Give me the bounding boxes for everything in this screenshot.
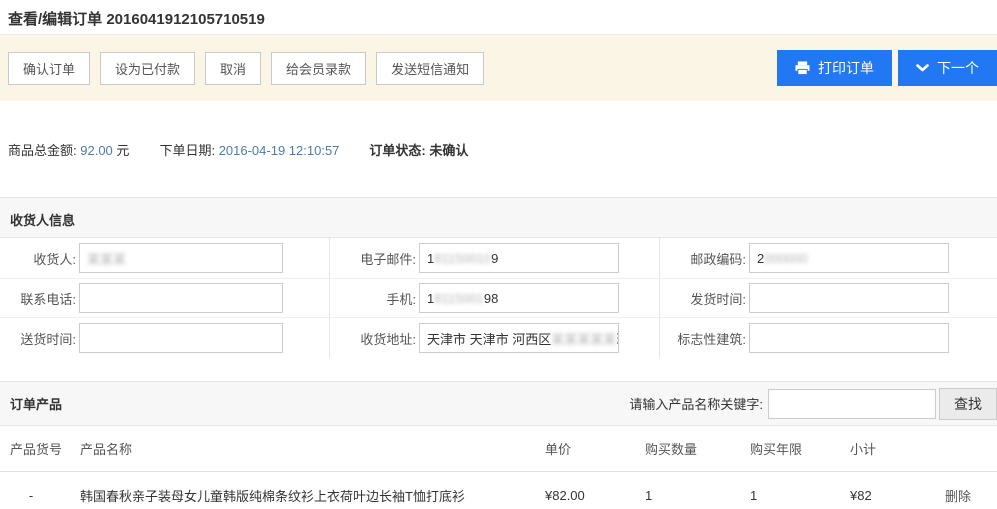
confirm-order-button[interactable]: 确认订单 [8,52,90,85]
col-qty: 购买数量 [645,439,750,458]
action-toolbar: 确认订单 设为已付款 取消 给会员录款 发送短信通知 打印订单 下一个 [0,35,997,101]
consignee-section-title: 收货人信息 [0,197,997,238]
field-email: 电子邮件: 1811500109 [330,238,660,278]
consignee-fields: 收货人: 某某某 电子邮件: 1811500109 邮政编码: 2000000 … [0,238,997,358]
field-postcode-label: 邮政编码: [664,249,746,268]
delivery-time-input[interactable] [79,323,283,353]
field-consignee: 收货人: 某某某 [0,238,330,278]
order-total: 商品总金额: 92.00 元 [8,140,129,159]
order-date: 下单日期: 2016-04-19 12:10:57 [159,140,339,159]
section-gap [0,358,997,381]
product-price: ¥82.00 [545,488,645,503]
printer-icon [795,61,810,75]
product-search: 请输入产品名称关键字: 查找 [629,388,997,420]
next-order-label: 下一个 [937,58,979,78]
field-postcode: 邮政编码: 2000000 [660,238,997,278]
nav-action-buttons: 打印订单 下一个 [777,50,997,86]
order-status: 订单状态: 未确认 [369,140,468,159]
product-search-input[interactable] [768,389,936,419]
delete-product-link[interactable]: 删除 [945,486,997,505]
postcode-input[interactable]: 2000000 [749,243,949,273]
order-action-buttons: 确认订单 设为已付款 取消 给会员录款 发送短信通知 [8,52,494,85]
phone-input[interactable] [79,283,283,313]
field-mobile: 手机: 1811500198 [330,278,660,318]
order-date-value: 2016-04-19 12:10:57 [219,143,340,158]
field-landmark-label: 标志性建筑: [664,329,746,348]
product-subtotal: ¥82 [850,488,945,503]
products-section-title: 订单产品 [10,394,62,413]
product-search-label: 请输入产品名称关键字: [629,394,763,413]
col-sku: 产品货号 [10,439,80,458]
field-phone-label: 联系电话: [4,289,76,308]
col-subtotal: 小计 [850,439,945,458]
field-mobile-label: 手机: [334,289,416,308]
order-total-value: 92.00 [80,143,113,158]
address-input[interactable]: 天津市 天津市 河西区某某某某某现 [419,323,619,353]
field-address-label: 收货地址: [334,329,416,348]
email-input[interactable]: 1811500109 [419,243,619,273]
product-qty: 1 [645,488,750,503]
field-consignee-label: 收货人: [4,249,76,268]
table-row: - 韩国春秋亲子装母女儿童韩版纯棉条纹衫上衣荷叶边长袖T恤打底衫 ¥82.00 … [0,472,997,509]
field-landmark: 标志性建筑: [660,318,997,358]
col-years: 购买年限 [750,439,850,458]
next-order-button[interactable]: 下一个 [898,50,997,86]
product-sku: - [10,488,80,503]
field-delivery-time: 送货时间: [0,318,330,358]
set-paid-button[interactable]: 设为已付款 [100,52,195,85]
landmark-input[interactable] [749,323,949,353]
order-date-label: 下单日期: [159,143,215,158]
field-address: 收货地址: 天津市 天津市 河西区某某某某某现 [330,318,660,358]
order-status-value: 未确认 [429,143,468,158]
search-button[interactable]: 查找 [939,388,997,420]
cancel-button[interactable]: 取消 [205,52,261,85]
order-total-unit: 元 [116,143,129,158]
field-email-label: 电子邮件: [334,249,416,268]
mobile-input[interactable]: 1811500198 [419,283,619,313]
field-ship-time-label: 发货时间: [664,289,746,308]
order-total-label: 商品总金额: [8,143,77,158]
col-name: 产品名称 [80,439,545,458]
print-order-button[interactable]: 打印订单 [777,50,892,86]
chevron-down-icon [916,64,929,72]
product-years: 1 [750,488,850,503]
consignee-name-input[interactable]: 某某某 [79,243,283,273]
products-table-header: 产品货号 产品名称 单价 购买数量 购买年限 小计 [0,426,997,472]
print-order-label: 打印订单 [818,58,874,78]
record-payment-button[interactable]: 给会员录款 [271,52,366,85]
field-ship-time: 发货时间: [660,278,997,318]
page-title: 查看/编辑订单 2016041912105710519 [0,0,997,35]
ship-time-input[interactable] [749,283,949,313]
products-section-header: 订单产品 请输入产品名称关键字: 查找 [0,381,997,426]
send-sms-button[interactable]: 发送短信通知 [376,52,484,85]
order-status-label: 订单状态: [369,143,425,158]
product-name: 韩国春秋亲子装母女儿童韩版纯棉条纹衫上衣荷叶边长袖T恤打底衫 [80,486,545,505]
col-price: 单价 [545,439,645,458]
field-phone: 联系电话: [0,278,330,318]
field-delivery-time-label: 送货时间: [4,329,76,348]
order-summary: 商品总金额: 92.00 元 下单日期: 2016-04-19 12:10:57… [0,101,997,197]
